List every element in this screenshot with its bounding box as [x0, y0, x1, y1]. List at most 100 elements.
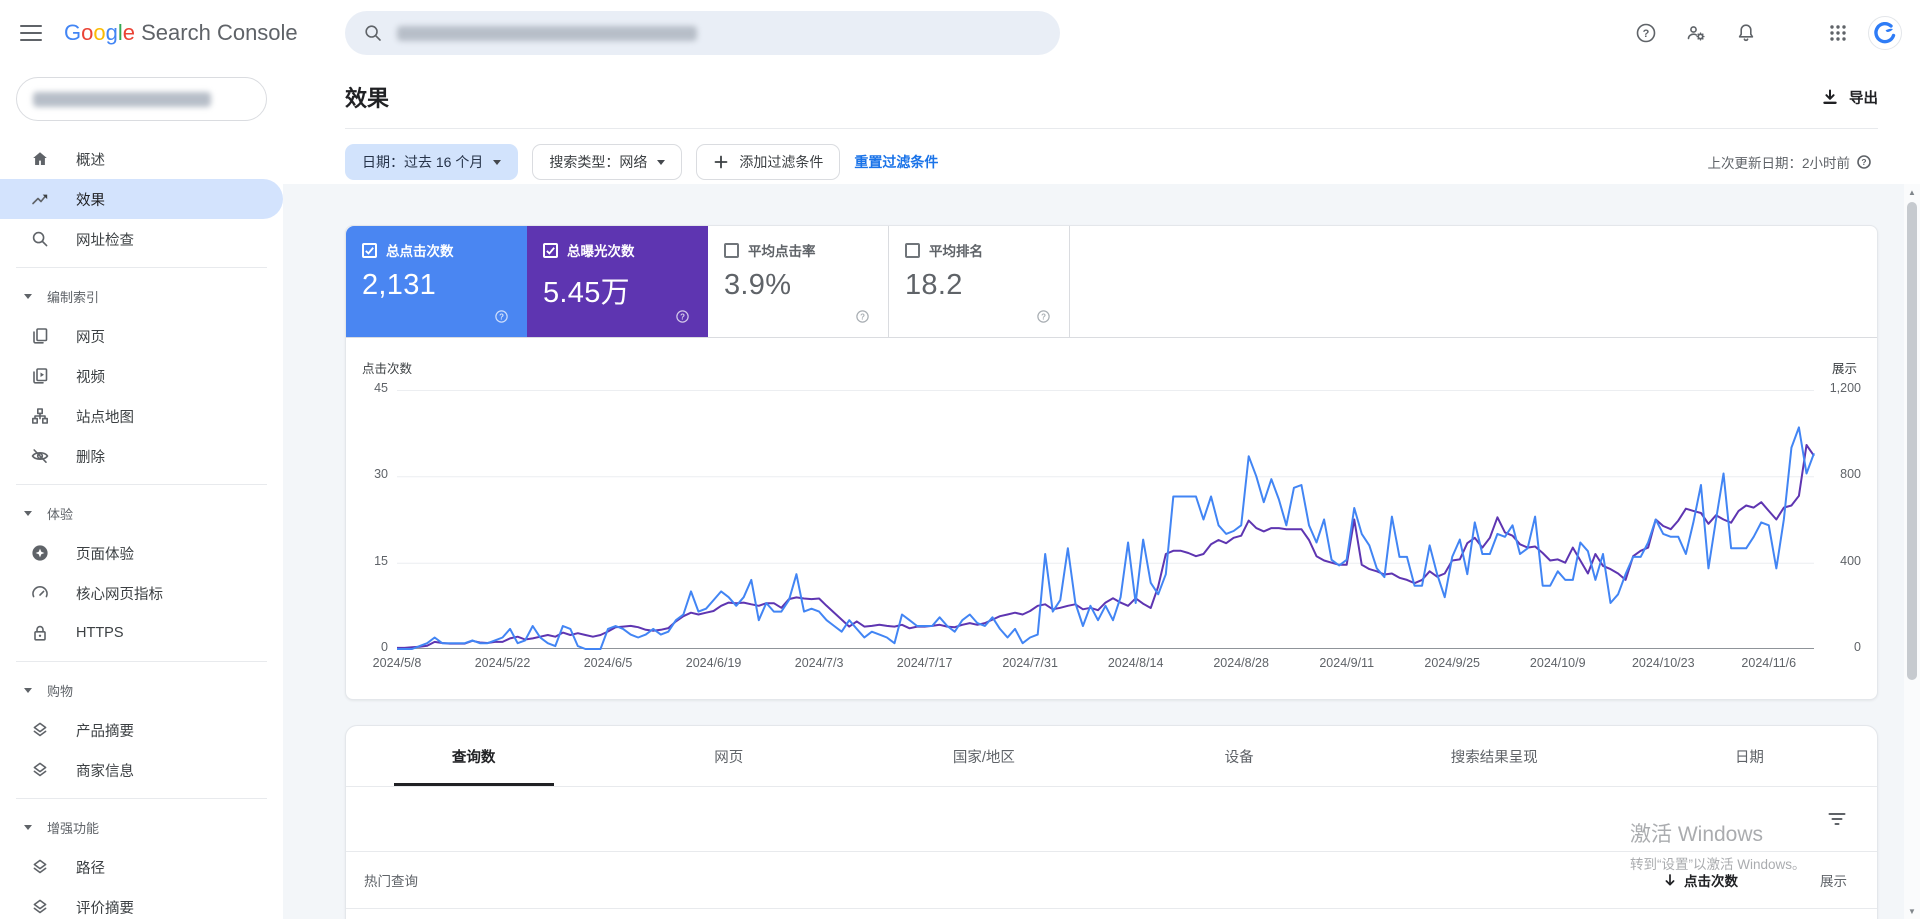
metric-card-total-impressions[interactable]: 总曝光次数 5.45万 ? — [527, 226, 708, 337]
y-tick-label: 15 — [374, 553, 388, 568]
svg-text:?: ? — [860, 312, 865, 321]
tab-label: 查询数 — [451, 749, 496, 766]
tab-label: 搜索结果呈现 — [1450, 749, 1538, 766]
svg-text:?: ? — [1041, 312, 1046, 321]
topbar-actions: ? — [1626, 13, 1920, 53]
checkbox-unchecked-icon[interactable] — [905, 242, 920, 258]
sitemap-icon — [30, 406, 50, 426]
avatar[interactable] — [1868, 16, 1902, 50]
scrollbar-down-arrow[interactable]: ▼ — [1904, 903, 1920, 919]
sidebar-item-review-snippets[interactable]: 评价摘要 — [0, 887, 283, 919]
sidebar-item-page-experience[interactable]: 页面体验 — [0, 533, 283, 573]
tab-dates[interactable]: 日期 — [1622, 726, 1877, 786]
property-selector[interactable] — [16, 77, 267, 121]
svg-text:?: ? — [680, 312, 685, 321]
sidebar-item-breadcrumbs[interactable]: 路径 — [0, 847, 283, 887]
help-button[interactable]: ? — [1626, 13, 1666, 53]
checkbox-unchecked-icon[interactable] — [724, 242, 739, 258]
scrollbar-thumb[interactable] — [1907, 202, 1917, 680]
avatar-logo-icon — [1874, 21, 1896, 44]
sidebar: 概述 效果 网址检查 编制索引 网页 视频 站点地图 删除 体验 页面体验 核心 — [0, 66, 283, 919]
sidebar-item-label: 页面体验 — [76, 546, 134, 563]
sidebar-item-pages[interactable]: 网页 — [0, 316, 283, 356]
x-axis-ticks: 2024/5/8 2024/5/22 2024/6/5 2024/6/19 2024/7… — [373, 656, 1814, 674]
svg-text:?: ? — [499, 312, 504, 321]
checkbox-checked-icon[interactable] — [543, 242, 558, 258]
reset-filters-link[interactable]: 重置过滤条件 — [854, 152, 938, 172]
tab-search-appearance[interactable]: 搜索结果呈现 — [1367, 726, 1622, 786]
svg-text:?: ? — [1643, 28, 1650, 40]
add-filter-chip[interactable]: 添加过滤条件 — [696, 144, 841, 180]
add-filter-label: 添加过滤条件 — [739, 154, 824, 170]
sidebar-item-label: 路径 — [76, 860, 105, 877]
x-tick-label: 2024/6/5 — [583, 656, 633, 670]
sidebar-item-removals[interactable]: 删除 — [0, 436, 283, 476]
y-tick-label: 30 — [374, 467, 388, 482]
checkbox-checked-icon[interactable] — [362, 242, 377, 258]
help-icon[interactable]: ? — [855, 309, 870, 329]
x-tick-label: 2024/10/23 — [1631, 656, 1695, 670]
sidebar-section-label: 购物 — [47, 683, 74, 699]
search-input[interactable] — [345, 11, 1060, 55]
x-tick-label: 2024/5/22 — [474, 656, 531, 670]
sidebar-section-label: 体验 — [47, 506, 74, 522]
scrollbar-up-arrow[interactable]: ▲ — [1904, 184, 1920, 200]
help-icon[interactable]: ? — [1856, 154, 1872, 170]
metric-label: 总曝光次数 — [567, 244, 635, 259]
main-content: 效果 导出 日期：过去 16 个月 搜索类型：网络 添加过滤条件 重置过滤条件 … — [283, 66, 1920, 919]
chevron-down-icon — [24, 687, 32, 693]
metric-card-total-clicks[interactable]: 总点击次数 2,131 ? — [346, 226, 527, 337]
notifications-button[interactable] — [1726, 13, 1766, 53]
tab-label: 国家/地区 — [952, 749, 1015, 766]
chevron-down-icon — [24, 510, 32, 516]
help-icon[interactable]: ? — [675, 309, 690, 329]
x-tick-label: 2024/9/11 — [1319, 656, 1375, 670]
sidebar-item-overview[interactable]: 概述 — [0, 139, 283, 179]
sidebar-item-sitemaps[interactable]: 站点地图 — [0, 396, 283, 436]
sidebar-item-core-web-vitals[interactable]: 核心网页指标 — [0, 573, 283, 613]
tab-label: 日期 — [1734, 749, 1764, 766]
x-tick-label: 2024/5/8 — [372, 656, 422, 670]
tab-pages[interactable]: 网页 — [601, 726, 856, 786]
metric-card-average-ctr[interactable]: 平均点击率 3.9% ? — [708, 226, 889, 337]
tab-countries[interactable]: 国家/地区 — [856, 726, 1111, 786]
vertical-scrollbar[interactable]: ▲ ▼ — [1904, 184, 1920, 919]
sidebar-item-https[interactable]: HTTPS — [0, 613, 283, 653]
help-icon[interactable]: ? — [1036, 309, 1051, 329]
tab-queries[interactable]: 查询数 — [346, 726, 601, 786]
x-tick-label: 2024/7/17 — [896, 656, 953, 670]
search-type-filter-chip[interactable]: 搜索类型：网络 — [532, 144, 683, 180]
column-header-top-queries: 热门查询 — [364, 874, 418, 889]
sidebar-item-label: 评价摘要 — [76, 900, 134, 917]
layers-icon — [30, 720, 50, 740]
lock-icon — [30, 623, 50, 643]
sidebar-item-merchant-listings[interactable]: 商家信息 — [0, 750, 283, 790]
search-query-redacted — [397, 25, 697, 41]
line-chart[interactable] — [397, 390, 1814, 649]
date-filter-chip[interactable]: 日期：过去 16 个月 — [345, 144, 519, 180]
sort-arrow-down-icon — [1665, 874, 1675, 886]
sidebar-divider — [16, 484, 267, 485]
sidebar-section-experience[interactable]: 体验 — [0, 493, 283, 533]
hamburger-menu-icon[interactable] — [20, 25, 42, 41]
sidebar-item-url-inspection[interactable]: 网址检查 — [0, 219, 283, 259]
topbar: Google Search Console ? — [0, 0, 1920, 66]
sidebar-item-product-snippets[interactable]: 产品摘要 — [0, 710, 283, 750]
y-tick-label: 0 — [381, 639, 388, 654]
sidebar-item-video[interactable]: 视频 — [0, 356, 283, 396]
sidebar-section-enhancements[interactable]: 增强功能 — [0, 807, 283, 847]
table-filter-button[interactable] — [1823, 805, 1851, 833]
help-icon: ? — [1636, 23, 1656, 43]
sidebar-section-shopping[interactable]: 购物 — [0, 670, 283, 710]
column-header-impressions[interactable]: 展示 — [1820, 870, 1847, 890]
account-settings-button[interactable] — [1676, 13, 1716, 53]
metric-card-average-position[interactable]: 平均排名 18.2 ? — [889, 226, 1070, 337]
tab-devices[interactable]: 设备 — [1112, 726, 1367, 786]
last-update: 上次更新日期：2小时前 ? — [1707, 152, 1872, 172]
help-icon[interactable]: ? — [494, 309, 509, 329]
google-apps-button[interactable] — [1818, 13, 1858, 53]
column-header-clicks-sorted[interactable]: 点击次数 — [1663, 870, 1738, 890]
sidebar-item-performance[interactable]: 效果 — [0, 179, 283, 219]
sidebar-section-indexing[interactable]: 编制索引 — [0, 276, 283, 316]
export-button[interactable]: 导出 — [1821, 87, 1878, 108]
